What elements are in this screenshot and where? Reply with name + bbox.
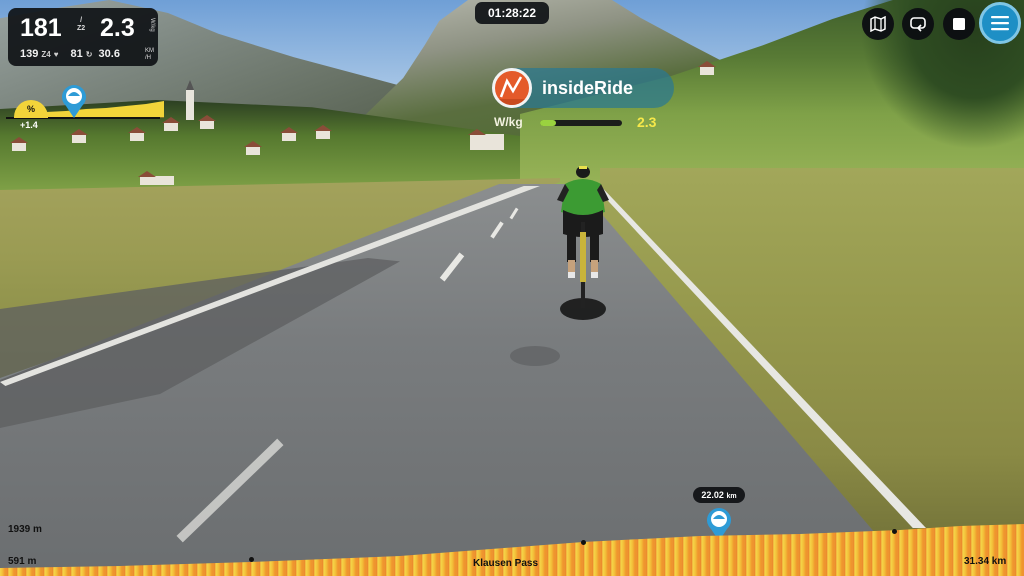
wkg-meter: W/kg 2.3: [494, 114, 666, 132]
power-zone-label: Z2: [77, 25, 86, 32]
power-zone-separator: /: [80, 17, 83, 24]
max-elevation-label: 1939 m: [8, 524, 42, 535]
heart-icon: ♥: [53, 50, 59, 59]
loop-button[interactable]: [902, 8, 934, 40]
route-elevation-profile: 1939 m 591 m Klausen Pass 31.34 km: [0, 520, 1024, 576]
heart-zone: Z4: [41, 50, 51, 59]
gradient-indicator: % +1.4: [6, 84, 164, 132]
segment-name-label: Klausen Pass: [473, 558, 539, 569]
speed-unit-bottom: /H: [145, 55, 151, 61]
speed-unit: KM /H: [145, 48, 154, 62]
church-tower: [186, 90, 194, 120]
house: [140, 176, 174, 185]
brand-name: insideRide: [542, 78, 634, 98]
distance-marker-unit: km: [726, 493, 737, 500]
house: [130, 132, 144, 141]
insideride-logo-icon: [492, 68, 532, 108]
map-icon: [870, 16, 886, 32]
wkg-value: 2.3: [100, 14, 135, 42]
grade-delta: +1.4: [20, 120, 38, 130]
power-value: 181: [20, 14, 62, 42]
distance-marker-label: 22.02 km: [693, 487, 745, 503]
house: [246, 146, 260, 155]
wkg-meter-fill: [540, 120, 557, 126]
secondary-stats-row: 139 Z4 ♥ 81 ↻ 30.6: [20, 48, 123, 60]
min-elevation-label: 591 m: [8, 556, 37, 567]
wkg-meter-value: 2.3: [637, 114, 657, 130]
wkg-unit: W/kg: [149, 18, 155, 32]
speed-value: 30.6: [98, 48, 120, 60]
profile-waypoint: [892, 529, 897, 534]
house: [72, 134, 86, 143]
profile-waypoint: [249, 557, 254, 562]
house: [700, 66, 714, 75]
cadence-icon: ↻: [85, 50, 93, 59]
wkg-meter-label: W/kg: [494, 115, 523, 129]
map-button[interactable]: [862, 8, 894, 40]
heart-rate-value: 139: [20, 48, 39, 60]
profile-waypoint: [581, 540, 586, 545]
stop-button[interactable]: [943, 8, 975, 40]
road-patch: [510, 346, 560, 366]
menu-icon: [991, 16, 1009, 31]
cadence-value: 81: [70, 48, 83, 60]
total-distance-label: 31.34 km: [964, 556, 1007, 567]
power-zone: / Z2: [77, 17, 85, 33]
ride-stats-panel: 181 / Z2 2.3 W/kg 139 Z4 ♥ 81 ↻ 30.6 KM /H: [8, 8, 158, 66]
repeat-icon: [910, 17, 926, 32]
menu-button[interactable]: [979, 2, 1021, 44]
wkg-meter-track: [540, 120, 622, 126]
stop-icon: [953, 18, 965, 30]
house: [200, 120, 214, 129]
speed-unit-top: KM: [145, 48, 154, 54]
house: [164, 122, 178, 131]
house: [316, 130, 330, 139]
house: [470, 134, 504, 150]
brand-badge: insideRide: [492, 68, 674, 108]
cyclist: [557, 166, 609, 308]
house: [282, 132, 296, 141]
elapsed-timer: 01:28:22: [475, 2, 549, 24]
house: [12, 142, 26, 151]
distance-marker-value: 22.02: [701, 490, 724, 500]
rider-position-pin-icon: [62, 85, 86, 118]
grade-percent-icon: %: [14, 100, 48, 118]
